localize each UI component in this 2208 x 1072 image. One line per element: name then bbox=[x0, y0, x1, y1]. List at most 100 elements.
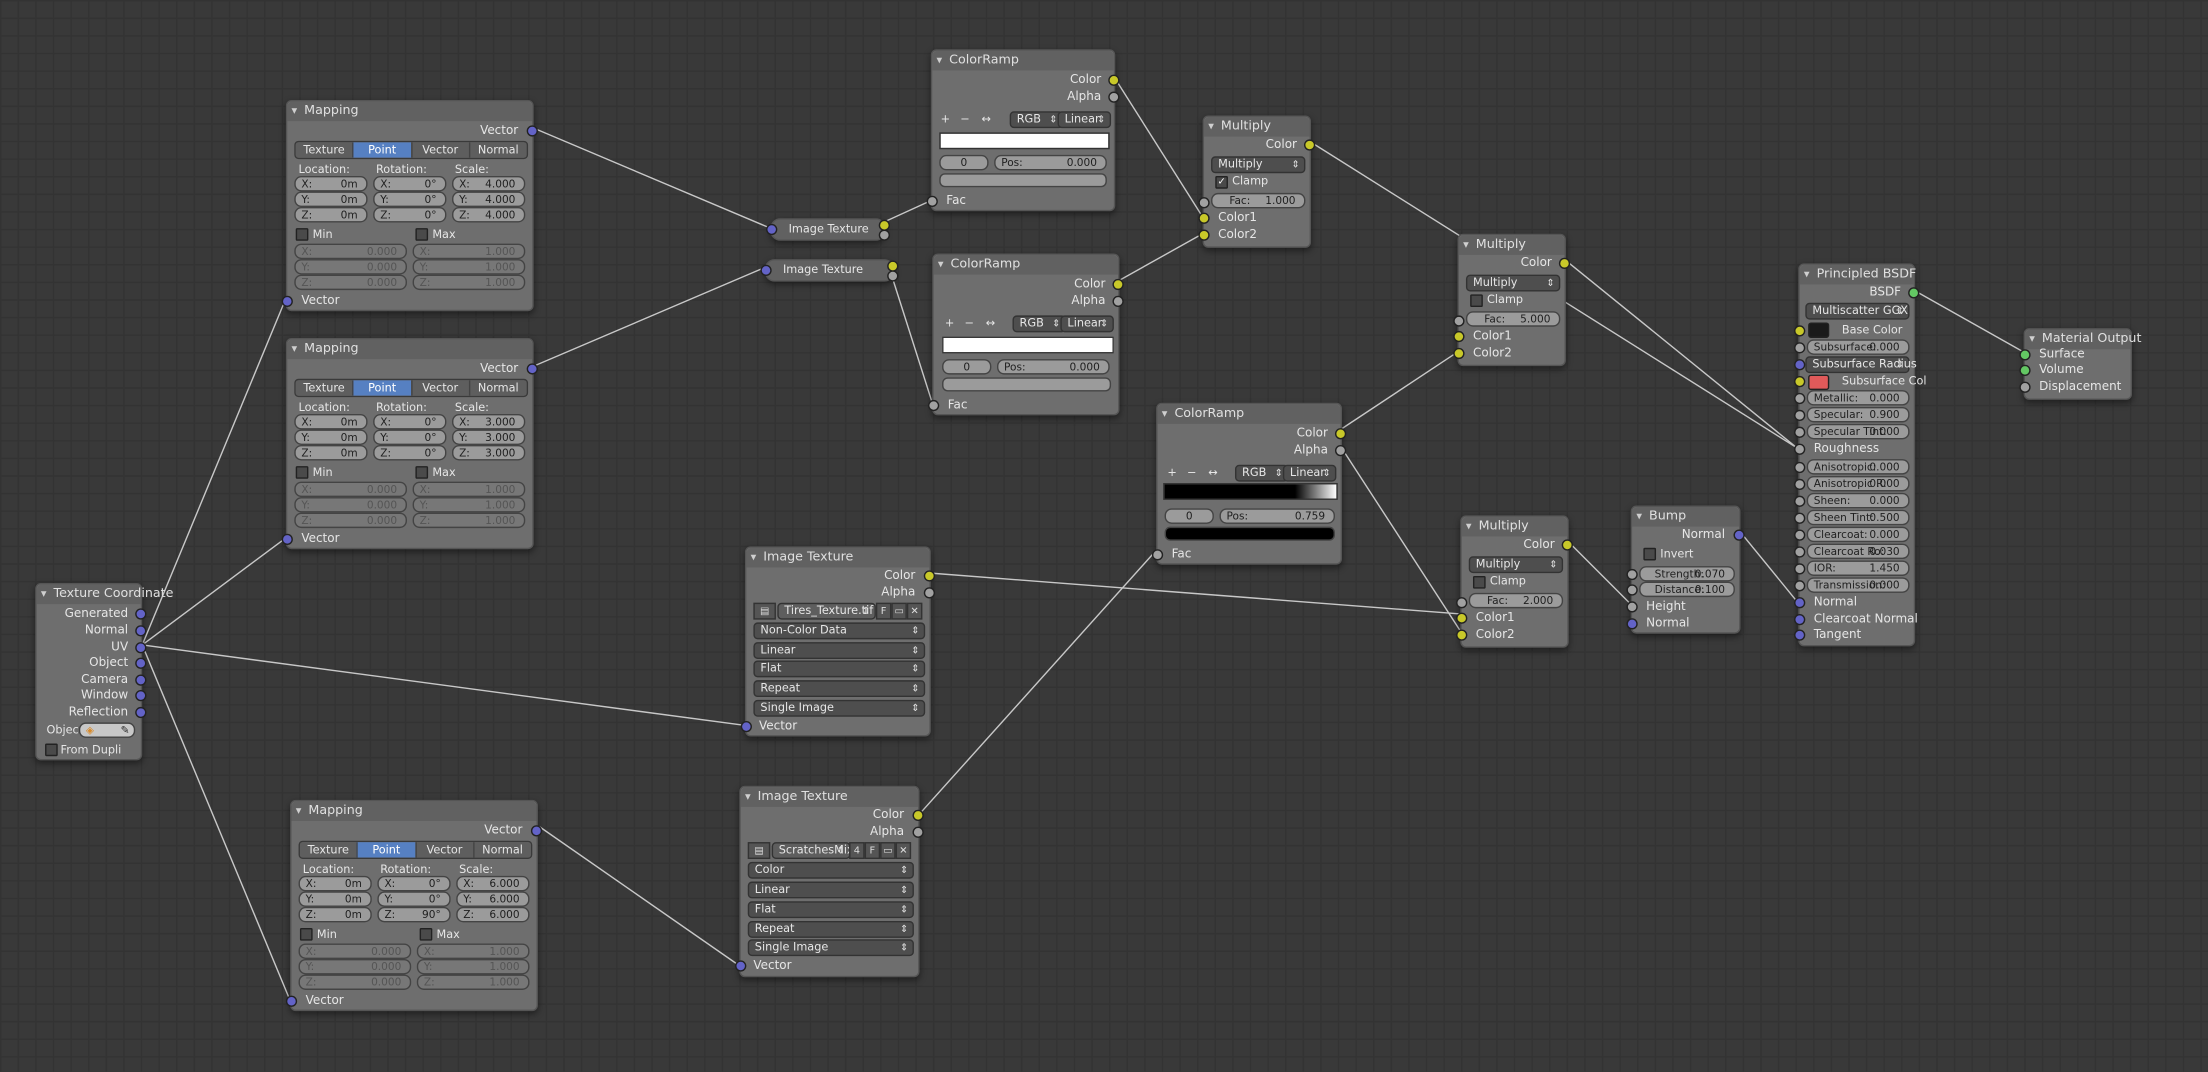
normal-output-socket[interactable] bbox=[1733, 529, 1745, 541]
flip-ramp-button[interactable]: ↔ bbox=[986, 317, 995, 330]
color-output-socket[interactable] bbox=[923, 570, 936, 582]
fac-input-socket[interactable] bbox=[926, 195, 938, 208]
subsurface-socket[interactable] bbox=[1794, 342, 1806, 354]
ior-socket[interactable] bbox=[1794, 563, 1806, 575]
window-socket[interactable] bbox=[135, 690, 147, 702]
uv-socket[interactable] bbox=[135, 642, 147, 654]
clearcoat-socket[interactable] bbox=[1794, 529, 1806, 541]
vector-input-socket[interactable] bbox=[281, 295, 293, 307]
stop-index-field[interactable]: 0 bbox=[942, 359, 992, 375]
projection-dropdown[interactable]: Flat bbox=[747, 901, 914, 919]
tab-normal[interactable]: Normal bbox=[468, 142, 527, 158]
location-y-field[interactable]: Y: 0m bbox=[294, 429, 368, 445]
reflection-socket[interactable] bbox=[135, 706, 147, 719]
image-name-field[interactable]: Tires_Texture.tif bbox=[777, 602, 876, 620]
stop-color-field[interactable] bbox=[942, 377, 1112, 392]
color-output-socket[interactable] bbox=[912, 809, 924, 821]
alpha-output-socket[interactable] bbox=[1334, 444, 1347, 457]
position-field[interactable]: Pos: 0.000 bbox=[994, 154, 1107, 171]
height-input-socket[interactable] bbox=[1626, 601, 1638, 613]
from-dupli-checkbox[interactable] bbox=[45, 743, 58, 757]
location-x-field[interactable]: X: 0m bbox=[294, 414, 368, 430]
rotation-y-field[interactable]: Y: 0° bbox=[377, 891, 451, 907]
eyedropper-icon[interactable]: ✎ bbox=[121, 724, 130, 737]
alpha-output-socket[interactable] bbox=[887, 270, 899, 282]
max-checkbox[interactable] bbox=[419, 928, 433, 941]
node-title[interactable]: Mapping bbox=[291, 801, 537, 821]
texture-coordinate-node[interactable]: Texture Coordinate Generated Normal UV O… bbox=[35, 582, 173, 761]
subsurface-field[interactable]: Subsurface: 0.000 bbox=[1806, 339, 1910, 355]
transmission-socket[interactable] bbox=[1794, 580, 1806, 592]
min-checkbox[interactable] bbox=[295, 228, 309, 241]
vector-output-socket[interactable] bbox=[530, 825, 543, 837]
color-output-socket[interactable] bbox=[1334, 428, 1347, 440]
tab-texture[interactable]: Texture bbox=[299, 842, 357, 858]
mapping-node-3[interactable]: Mapping Vector Texture Point Vector Norm… bbox=[285, 799, 543, 1012]
tab-texture[interactable]: Texture bbox=[295, 142, 353, 158]
subsurface-color-swatch[interactable] bbox=[1808, 374, 1830, 391]
roughness-socket[interactable] bbox=[1794, 443, 1806, 455]
node-title[interactable]: Material Output bbox=[2024, 329, 2141, 350]
material-output-node[interactable]: Material Output Surface Volume Displacem… bbox=[2019, 328, 2141, 400]
color-space-dropdown[interactable]: Non-Color Data bbox=[753, 622, 926, 640]
image-texture-node-2[interactable]: Image Texture Color Alpha ▤ ScratchesMix… bbox=[735, 785, 924, 978]
open-folder-icon[interactable]: ▭ bbox=[891, 602, 907, 620]
flip-ramp-button[interactable]: ↔ bbox=[1208, 466, 1217, 479]
fake-user-button[interactable]: F bbox=[864, 842, 881, 860]
rotation-x-field[interactable]: X: 0° bbox=[373, 176, 447, 192]
node-title[interactable]: Image Texture bbox=[789, 222, 869, 235]
fac-input-socket[interactable] bbox=[1198, 197, 1210, 209]
tab-texture[interactable]: Texture bbox=[295, 380, 353, 396]
node-title[interactable]: Image Texture bbox=[746, 547, 930, 568]
source-dropdown[interactable]: Single Image bbox=[747, 939, 914, 957]
node-title[interactable]: ColorRamp bbox=[932, 50, 1114, 71]
anisotropic-socket[interactable] bbox=[1794, 461, 1806, 474]
sheen-tint-field[interactable]: Sheen Tint: 0.500 bbox=[1806, 509, 1910, 526]
fac-input-socket[interactable] bbox=[1453, 315, 1465, 327]
tangent-socket[interactable] bbox=[1794, 629, 1806, 641]
user-count[interactable]: 4 bbox=[849, 842, 865, 860]
base-color-swatch[interactable] bbox=[1808, 322, 1830, 338]
color2-input-socket[interactable] bbox=[1453, 347, 1465, 360]
colorramp-node-3[interactable]: ColorRamp Color Alpha + − ↔ RGB Linear 0… bbox=[1151, 402, 1347, 565]
location-x-field[interactable]: X: 0m bbox=[294, 176, 368, 192]
subsurface-color-socket[interactable] bbox=[1794, 375, 1806, 388]
tab-vector[interactable]: Vector bbox=[414, 842, 473, 858]
color1-input-socket[interactable] bbox=[1456, 612, 1468, 624]
invert-checkbox[interactable] bbox=[1643, 547, 1657, 561]
node-title[interactable]: Multiply bbox=[1458, 235, 1565, 255]
scale-z-field[interactable]: Z: 4.000 bbox=[452, 207, 526, 223]
image-texture-collapsed-1[interactable]: Image Texture bbox=[766, 218, 890, 241]
remove-stop-button[interactable]: − bbox=[1187, 466, 1196, 479]
add-stop-button[interactable]: + bbox=[941, 113, 950, 126]
vector-output-socket[interactable] bbox=[526, 125, 538, 137]
interpolation-dropdown[interactable]: Linear bbox=[753, 642, 926, 660]
blend-mode-dropdown[interactable]: Multiply bbox=[1465, 274, 1561, 292]
color-output-socket[interactable] bbox=[1303, 139, 1316, 151]
scale-x-field[interactable]: X: 4.000 bbox=[452, 176, 526, 192]
color-mode-dropdown[interactable]: RGB bbox=[1234, 464, 1289, 482]
vector-output-socket[interactable] bbox=[526, 363, 538, 375]
bsdf-output-socket[interactable] bbox=[1908, 287, 1920, 299]
normal-input-socket[interactable] bbox=[1626, 618, 1638, 630]
object-socket[interactable] bbox=[135, 657, 147, 669]
interpolation-dropdown[interactable]: Linear bbox=[1060, 315, 1114, 333]
vector-input-socket[interactable] bbox=[766, 223, 778, 236]
vector-input-socket[interactable] bbox=[281, 533, 293, 545]
node-title[interactable]: ColorRamp bbox=[933, 254, 1119, 275]
node-title[interactable]: Mapping bbox=[287, 101, 533, 122]
alpha-output-socket[interactable] bbox=[923, 587, 936, 599]
color-output-socket[interactable] bbox=[1108, 74, 1120, 86]
distance-field[interactable]: Distance: 0.100 bbox=[1639, 581, 1735, 598]
anisotropic-rotation-socket[interactable] bbox=[1794, 478, 1806, 491]
node-editor-canvas[interactable]: Mapping Vector Texture Point Vector Norm… bbox=[0, 0, 2208, 1072]
sheen-tint-socket[interactable] bbox=[1794, 512, 1806, 524]
object-picker[interactable]: ◈ ✎ bbox=[78, 722, 136, 738]
node-title[interactable]: Bump bbox=[1632, 506, 1740, 527]
colorramp-node-1[interactable]: ColorRamp Color Alpha + − ↔ RGB Linear 0… bbox=[926, 49, 1120, 212]
scale-y-field[interactable]: Y: 6.000 bbox=[456, 891, 530, 907]
blend-mode-dropdown[interactable]: Multiply bbox=[1468, 556, 1564, 574]
image-texture-collapsed-2[interactable]: Image Texture bbox=[760, 259, 899, 282]
node-title[interactable]: Multiply bbox=[1461, 516, 1568, 537]
rotation-z-field[interactable]: Z: 0° bbox=[373, 207, 447, 223]
